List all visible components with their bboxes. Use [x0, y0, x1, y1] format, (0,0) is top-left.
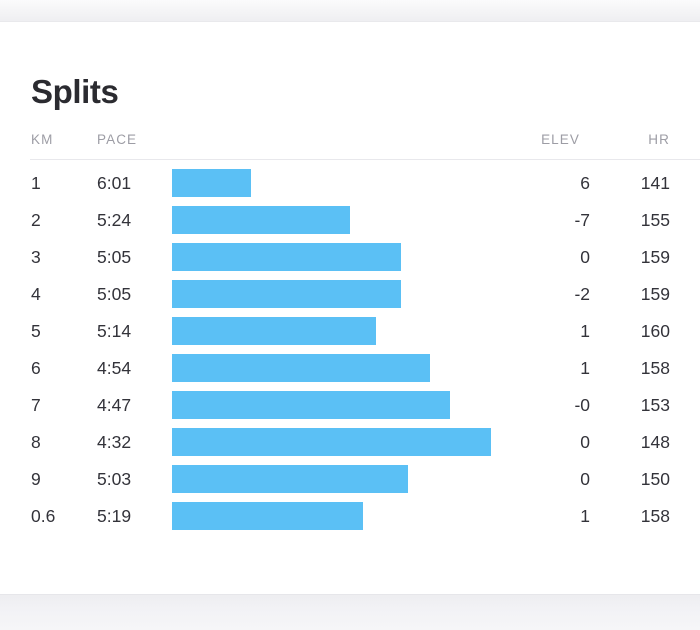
- pace-bar-track: [172, 354, 512, 382]
- cell-hr: 159: [640, 247, 670, 267]
- cell-pace: 5:03: [97, 469, 132, 489]
- cell-pace: 4:32: [97, 432, 132, 452]
- cell-elev: -2: [574, 284, 590, 304]
- cell-km: 9: [31, 469, 41, 489]
- cell-pace: 4:47: [97, 395, 132, 415]
- cell-pace: 5:14: [97, 321, 132, 341]
- cell-hr: 158: [640, 358, 670, 378]
- cell-elev: 1: [580, 506, 590, 526]
- pace-bar: [172, 206, 350, 234]
- cell-hr: 150: [640, 469, 670, 489]
- pace-bar-track: [172, 428, 512, 456]
- cell-hr: 148: [640, 432, 670, 452]
- pace-bar: [172, 428, 491, 456]
- table-body: 1 6:01 6 141 2 5:24 -7 155 3 5:05 0 159 4 5:05 -2 159 5 5…: [0, 159, 700, 539]
- pace-bar-track: [172, 391, 512, 419]
- cell-elev: -7: [574, 210, 590, 230]
- splits-card: Splits KM PACE ELEV HR 1 6:01 6 141 2 5:24 -7 1…: [0, 22, 700, 594]
- pace-bar: [172, 354, 430, 382]
- pace-bar: [172, 243, 401, 271]
- cell-elev: 1: [580, 321, 590, 341]
- cell-pace: 5:05: [97, 247, 132, 267]
- pace-bar: [172, 280, 401, 308]
- table-row[interactable]: 0.6 5:19 1 158: [0, 502, 700, 539]
- cell-elev: -0: [574, 395, 590, 415]
- table-row[interactable]: 5 5:14 1 160: [0, 317, 700, 354]
- pace-bar-track: [172, 206, 512, 234]
- cell-pace: 5:05: [97, 284, 132, 304]
- pace-bar-track: [172, 502, 512, 530]
- table-header-row: KM PACE ELEV HR: [0, 126, 700, 160]
- cell-km: 4: [31, 284, 41, 304]
- pace-bar-track: [172, 465, 512, 493]
- cell-elev: 6: [580, 173, 590, 193]
- table-row[interactable]: 2 5:24 -7 155: [0, 206, 700, 243]
- pace-bar: [172, 502, 363, 530]
- cell-elev: 0: [580, 432, 590, 452]
- splits-screen: Splits KM PACE ELEV HR 1 6:01 6 141 2 5:24 -7 1…: [0, 0, 700, 630]
- cell-hr: 159: [640, 284, 670, 304]
- cell-km: 2: [31, 210, 41, 230]
- pace-bar-track: [172, 243, 512, 271]
- column-header-elev: ELEV: [541, 132, 580, 147]
- cell-hr: 153: [640, 395, 670, 415]
- bottom-chrome-divider: [0, 594, 700, 595]
- pace-bar: [172, 465, 408, 493]
- cell-pace: 5:19: [97, 506, 132, 526]
- cell-hr: 158: [640, 506, 670, 526]
- table-row[interactable]: 1 6:01 6 141: [0, 169, 700, 206]
- cell-km: 8: [31, 432, 41, 452]
- cell-km: 3: [31, 247, 41, 267]
- cell-elev: 1: [580, 358, 590, 378]
- splits-table: KM PACE ELEV HR 1 6:01 6 141 2 5:24 -7 155 3 5:05…: [0, 126, 700, 539]
- cell-km: 6: [31, 358, 41, 378]
- pace-bar-track: [172, 280, 512, 308]
- page-title: Splits: [31, 73, 119, 110]
- pace-bar: [172, 391, 450, 419]
- cell-km: 7: [31, 395, 41, 415]
- cell-pace: 4:54: [97, 358, 132, 378]
- cell-hr: 160: [640, 321, 670, 341]
- bottom-chrome-strip: [0, 594, 700, 630]
- table-row[interactable]: 6 4:54 1 158: [0, 354, 700, 391]
- cell-km: 5: [31, 321, 41, 341]
- pace-bar-track: [172, 317, 512, 345]
- cell-pace: 6:01: [97, 173, 132, 193]
- table-row[interactable]: 9 5:03 0 150: [0, 465, 700, 502]
- cell-pace: 5:24: [97, 210, 132, 230]
- column-header-km: KM: [31, 132, 54, 147]
- table-row[interactable]: 3 5:05 0 159: [0, 243, 700, 280]
- pace-bar: [172, 317, 376, 345]
- pace-bar: [172, 169, 251, 197]
- column-header-pace: PACE: [97, 132, 138, 147]
- cell-km: 1: [31, 173, 41, 193]
- top-chrome-strip: [0, 0, 700, 22]
- cell-elev: 0: [580, 247, 590, 267]
- table-row[interactable]: 7 4:47 -0 153: [0, 391, 700, 428]
- table-row[interactable]: 8 4:32 0 148: [0, 428, 700, 465]
- pace-bar-track: [172, 169, 512, 197]
- cell-km: 0.6: [31, 506, 56, 526]
- cell-hr: 141: [640, 173, 670, 193]
- cell-hr: 155: [640, 210, 670, 230]
- column-header-hr: HR: [648, 132, 670, 147]
- table-row[interactable]: 4 5:05 -2 159: [0, 280, 700, 317]
- cell-elev: 0: [580, 469, 590, 489]
